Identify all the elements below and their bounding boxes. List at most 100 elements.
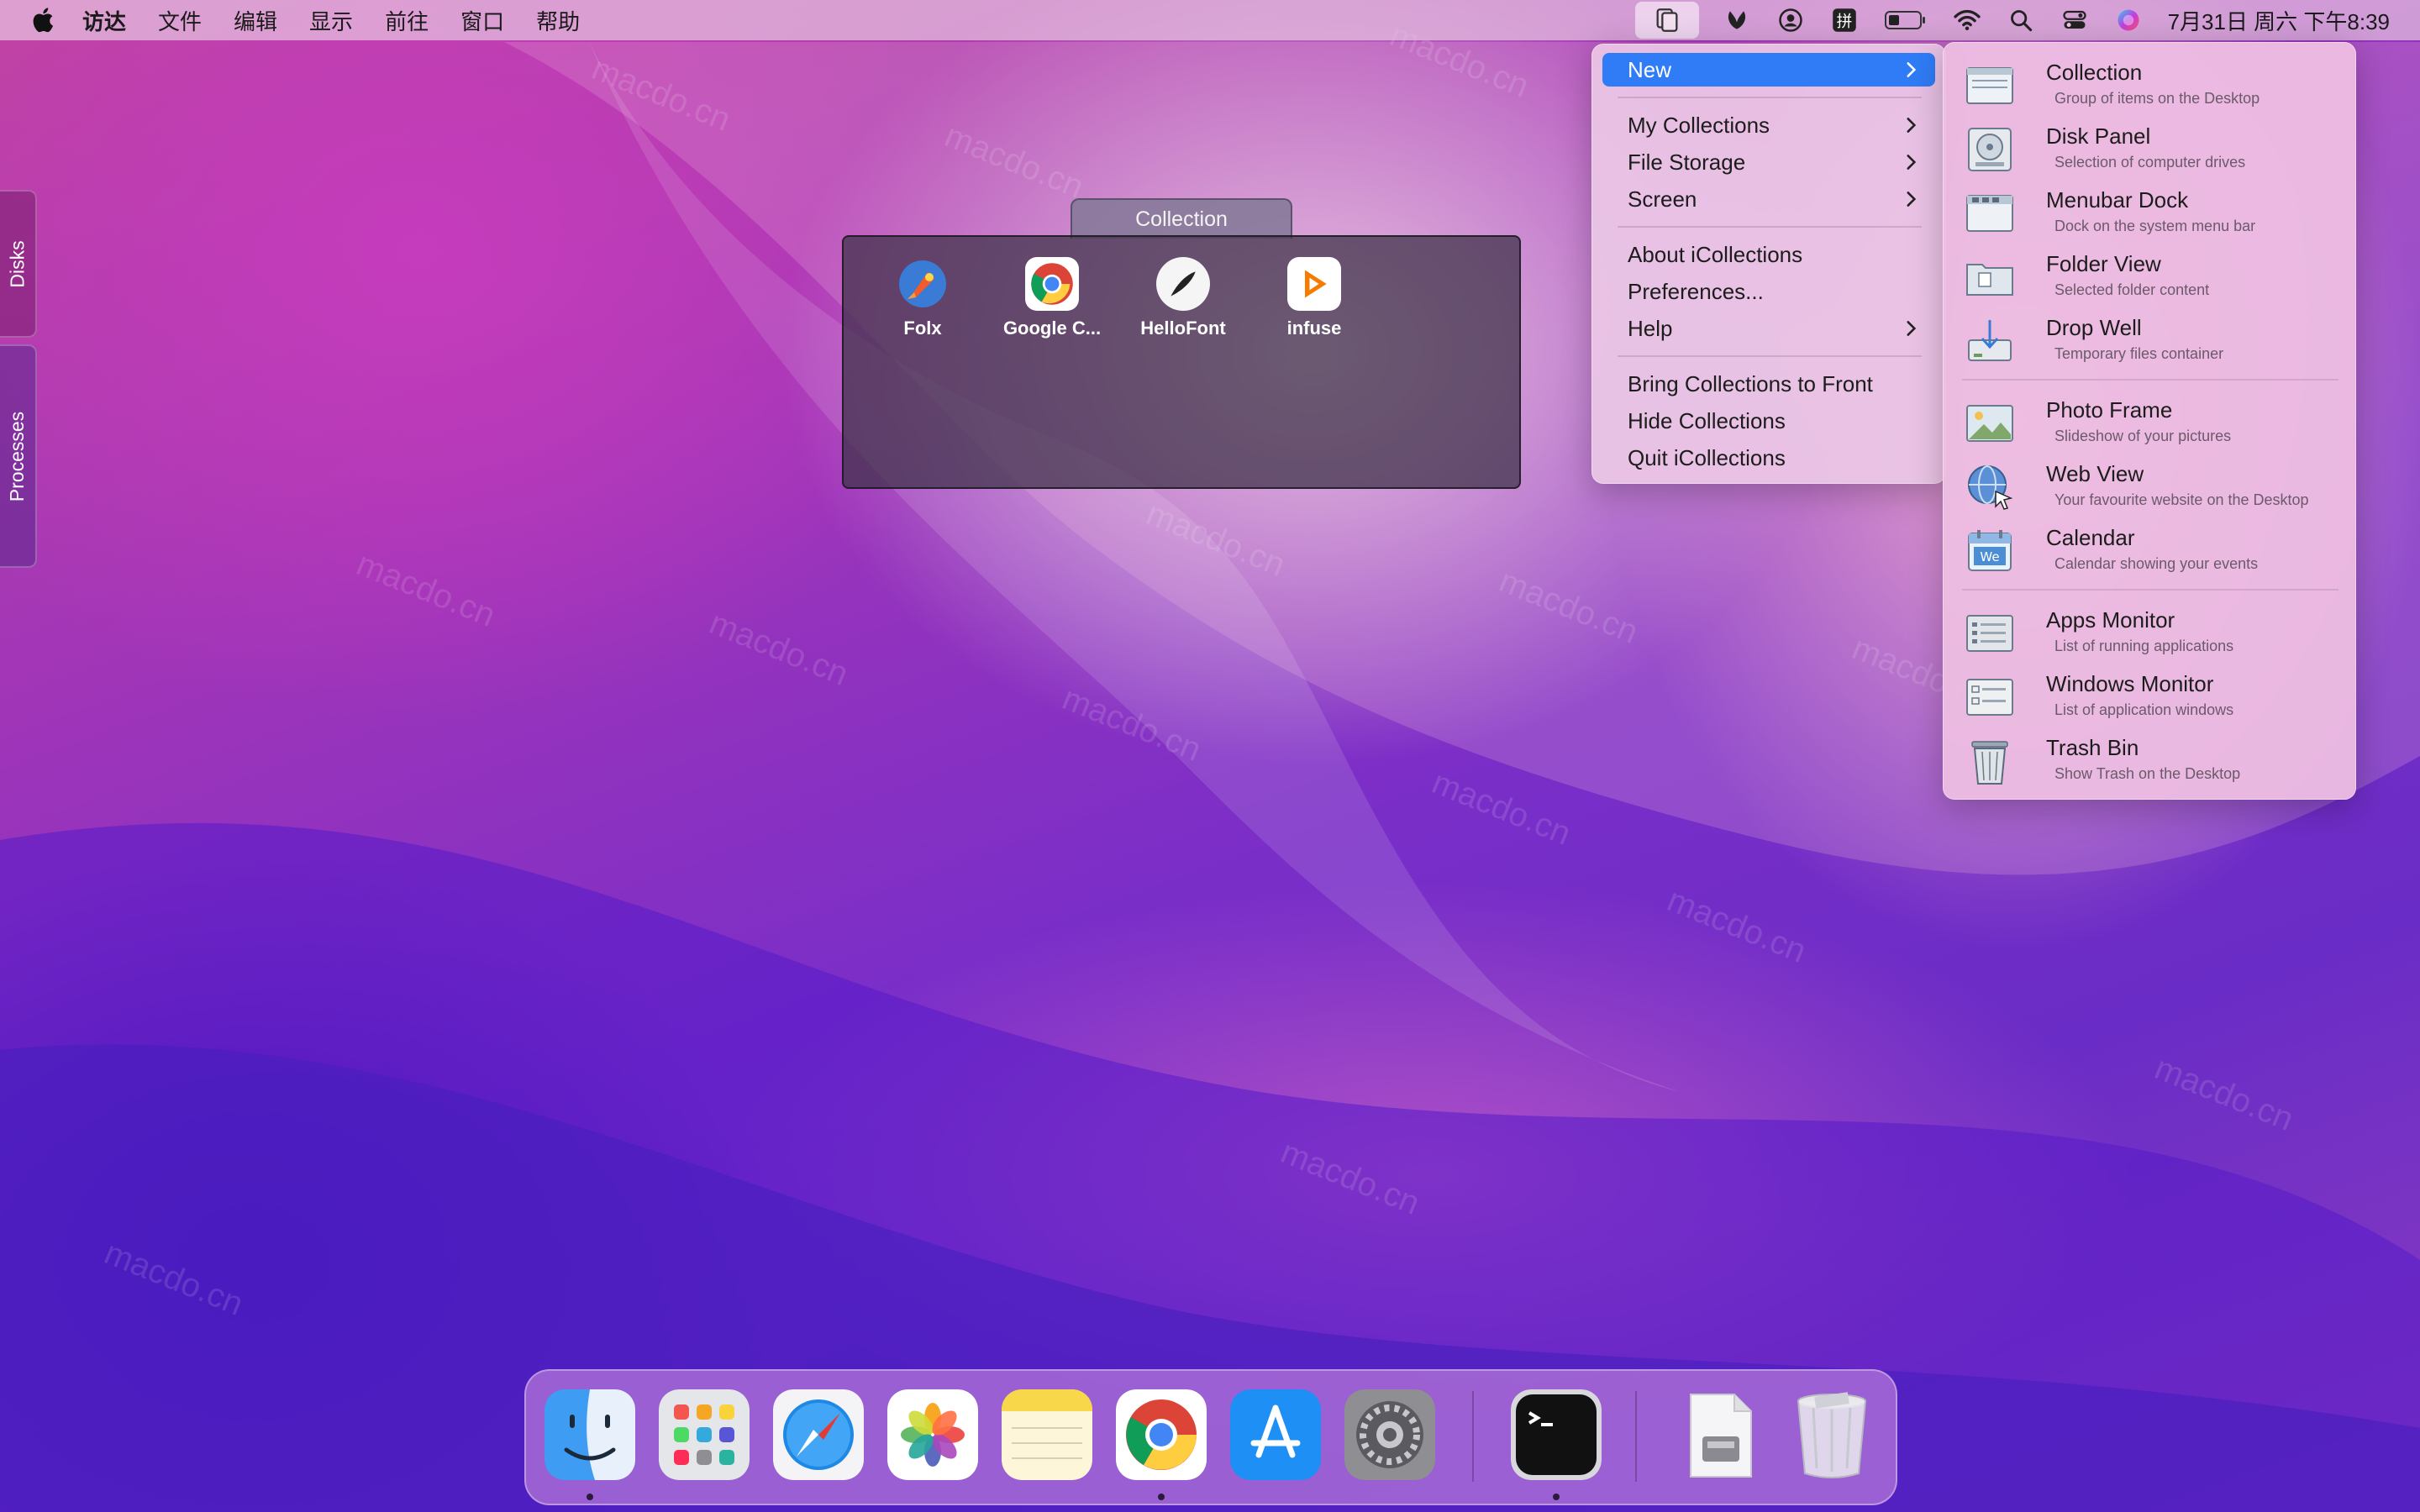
submenu-item-calendar[interactable]: We Calendar Calendar showing your events xyxy=(1960,520,2340,582)
input-method-icon[interactable]: 拼 xyxy=(1828,4,1860,36)
app-store-icon[interactable] xyxy=(1230,1389,1321,1480)
menu-item-hide[interactable]: Hide Collections xyxy=(1602,404,1935,438)
collection-icon xyxy=(1966,67,2013,104)
submenu-item-name: Calendar xyxy=(2046,525,2135,550)
chrome-icon xyxy=(1025,257,1079,311)
watermark: macdo.cn xyxy=(99,1234,249,1323)
photos-icon[interactable] xyxy=(887,1389,978,1480)
processes-side-tab[interactable]: Processes xyxy=(0,344,37,568)
collection-item-hellofont[interactable]: HelloFont xyxy=(1118,257,1249,339)
menu-divider xyxy=(1618,355,1922,357)
submenu-item-name: Menubar Dock xyxy=(2046,187,2189,213)
apps-monitor-icon xyxy=(1966,615,2013,652)
photo-frame-icon xyxy=(1966,405,2013,442)
submenu-item-folder-view[interactable]: Folder View Selected folder content xyxy=(1960,246,2340,308)
collection-item-chrome[interactable]: Google C... xyxy=(986,257,1118,339)
submenu-item-name: Folder View xyxy=(2046,251,2161,276)
svg-text:We: We xyxy=(1980,549,1999,564)
menu-edit[interactable]: 编辑 xyxy=(234,5,277,36)
submenu-item-photo-frame[interactable]: Photo Frame Slideshow of your pictures xyxy=(1960,392,2340,454)
menu-item-about[interactable]: About iCollections xyxy=(1602,238,1935,271)
launchpad-icon[interactable] xyxy=(659,1389,750,1480)
watermark: macdo.cn xyxy=(704,604,854,693)
trash-icon[interactable] xyxy=(1786,1389,1877,1480)
calendar-icon: We xyxy=(1968,530,2012,571)
submenu-item-drop-well[interactable]: Drop Well Temporary files container xyxy=(1960,310,2340,372)
menu-go[interactable]: 前往 xyxy=(385,5,429,36)
submenu-item-apps-monitor[interactable]: Apps Monitor List of running application… xyxy=(1960,602,2340,664)
submenu-item-desc: Selected folder content xyxy=(2054,281,2210,298)
watermark: macdo.cn xyxy=(2149,1049,2299,1138)
finder-icon[interactable] xyxy=(544,1389,635,1480)
system-preferences-icon[interactable] xyxy=(1344,1389,1435,1480)
submenu-item-desc: Temporary files container xyxy=(2054,345,2224,362)
submenu-item-desc: List of running applications xyxy=(2054,638,2234,654)
watermark: macdo.cn xyxy=(1494,562,1644,651)
icollections-menu: New My Collections File Storage Screen A… xyxy=(1591,44,1946,484)
submenu-item-desc: Your favourite website on the Desktop xyxy=(2054,491,2309,508)
menu-item-bring-to-front[interactable]: Bring Collections to Front xyxy=(1602,367,1935,401)
windows-monitor-icon xyxy=(1966,679,2013,716)
menu-file[interactable]: 文件 xyxy=(158,5,202,36)
spotlight-search-icon[interactable] xyxy=(2005,4,2037,36)
safari-icon[interactable] xyxy=(773,1389,864,1480)
submenu-item-name: Photo Frame xyxy=(2046,397,2173,423)
watermark: macdo.cn xyxy=(1662,881,1812,970)
submenu-item-web-view[interactable]: Web View Your favourite website on the D… xyxy=(1960,456,2340,518)
submenu-item-trash-bin[interactable]: Trash Bin Show Trash on the Desktop xyxy=(1960,730,2340,792)
menu-item-label: Bring Collections to Front xyxy=(1628,370,1873,396)
menu-item-help[interactable]: Help xyxy=(1602,312,1935,345)
menu-app-name[interactable]: 访达 xyxy=(82,5,126,36)
collection-title-tab[interactable]: Collection xyxy=(1071,198,1292,239)
watermark: macdo.cn xyxy=(939,117,1089,206)
submenu-item-desc: Calendar showing your events xyxy=(2054,555,2259,572)
control-center-icon[interactable] xyxy=(2059,4,2091,36)
apple-icon[interactable] xyxy=(30,6,59,34)
dock-divider xyxy=(1472,1391,1474,1482)
submenu-item-name: Web View xyxy=(2046,461,2144,486)
terminal-icon[interactable] xyxy=(1511,1389,1602,1480)
icollections-status-icon[interactable] xyxy=(1634,2,1699,39)
watermark: macdo.cn xyxy=(1427,764,1576,853)
submenu-divider xyxy=(1962,589,2338,591)
folx-icon xyxy=(896,257,950,311)
chevron-right-icon xyxy=(1907,321,1917,336)
downloads-stack-icon[interactable] xyxy=(1674,1389,1765,1480)
menu-item-new[interactable]: New xyxy=(1602,53,1935,87)
menu-item-label: Screen xyxy=(1628,186,1697,212)
wifi-icon[interactable] xyxy=(1951,4,1983,36)
running-indicator xyxy=(1158,1494,1165,1500)
menu-clock[interactable]: 7月31日 周六 下午8:39 xyxy=(2168,5,2390,36)
submenu-divider xyxy=(1962,379,2338,381)
collection-item-infuse[interactable]: infuse xyxy=(1249,257,1380,339)
menubar-dock-icon xyxy=(1966,195,2013,232)
user-status-icon[interactable] xyxy=(1775,4,1807,36)
chrome-icon[interactable] xyxy=(1116,1389,1207,1480)
collection-title: Collection xyxy=(1135,207,1228,231)
submenu-item-menubar-dock[interactable]: Menubar Dock Dock on the system menu bar xyxy=(1960,182,2340,244)
menu-view[interactable]: 显示 xyxy=(309,5,353,36)
submenu-item-collection[interactable]: Collection Group of items on the Desktop xyxy=(1960,55,2340,117)
submenu-item-windows-monitor[interactable]: Windows Monitor List of application wind… xyxy=(1960,666,2340,728)
menu-item-label: Help xyxy=(1628,315,1673,341)
disks-side-tab[interactable]: Disks xyxy=(0,190,37,338)
menu-item-label: Quit iCollections xyxy=(1628,444,1786,470)
collection-item-folx[interactable]: Folx xyxy=(857,257,988,339)
menu-item-new-label: New xyxy=(1628,56,1672,82)
siri-icon[interactable] xyxy=(2112,4,2144,36)
battery-icon[interactable] xyxy=(1882,4,1929,36)
dock xyxy=(524,1369,1897,1505)
menu-item-my-collections[interactable]: My Collections xyxy=(1602,108,1935,142)
notes-icon[interactable] xyxy=(1002,1389,1092,1480)
submenu-item-name: Disk Panel xyxy=(2046,123,2151,149)
drop-well-icon xyxy=(1968,320,2012,361)
submenu-item-disk-panel[interactable]: Disk Panel Selection of computer drives xyxy=(1960,118,2340,181)
menu-item-quit[interactable]: Quit iCollections xyxy=(1602,441,1935,475)
menu-item-screen[interactable]: Screen xyxy=(1602,182,1935,216)
menu-help[interactable]: 帮助 xyxy=(536,5,580,36)
menu-window[interactable]: 窗口 xyxy=(460,5,504,36)
leaf-status-icon[interactable] xyxy=(1721,4,1753,36)
menu-item-file-storage[interactable]: File Storage xyxy=(1602,145,1935,179)
menu-item-preferences[interactable]: Preferences... xyxy=(1602,275,1935,308)
folder-view-icon xyxy=(1966,264,2013,296)
